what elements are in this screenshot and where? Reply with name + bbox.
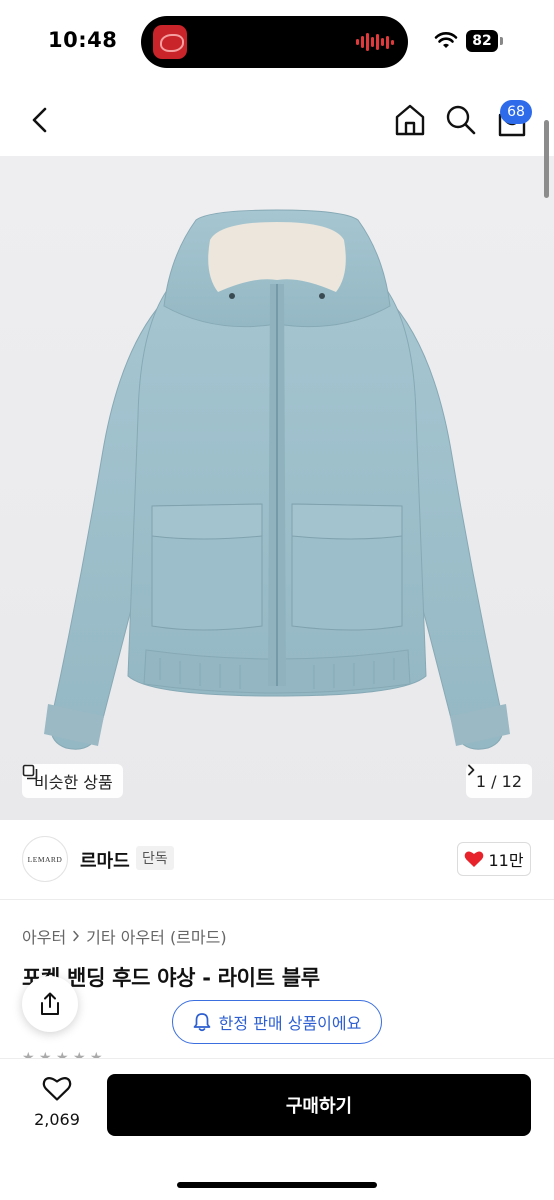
battery-cap — [500, 37, 503, 45]
battery-level: 82 — [472, 33, 492, 49]
shop-like-count: 11만 — [488, 851, 524, 870]
buy-button[interactable]: 구매하기 — [107, 1074, 531, 1136]
heart-filled-icon — [465, 851, 484, 867]
image-counter-label: 1 / 12 — [475, 771, 522, 791]
audio-wave-icon — [356, 32, 394, 52]
category-breadcrumb: 아우터 기타 아우터 (르마드) — [22, 924, 227, 948]
status-time: 10:48 — [48, 28, 118, 52]
heart-outline-icon — [42, 1077, 72, 1101]
product-image — [44, 209, 510, 750]
breadcrumb-item[interactable]: 아우터 — [22, 924, 66, 948]
top-nav: 68 — [0, 84, 554, 156]
status-bar: 10:48 82 — [0, 0, 554, 84]
shop-name[interactable]: 르마드 — [80, 847, 130, 873]
bottom-action-bar: 2,069 구매하기 — [0, 1058, 554, 1200]
share-button[interactable] — [22, 976, 78, 1032]
shop-row: LEMARD 르마드 단독 11만 — [0, 820, 554, 900]
copy-icon — [22, 764, 38, 780]
home-icon[interactable] — [392, 102, 428, 138]
exclusive-badge: 단독 — [136, 846, 174, 870]
now-playing-app-icon — [153, 25, 187, 59]
battery-indicator: 82 — [466, 30, 498, 52]
home-indicator — [177, 1182, 377, 1188]
shop-like-button[interactable]: 11만 — [457, 842, 531, 876]
image-counter[interactable]: 1 / 12 — [465, 764, 532, 798]
breadcrumb-item[interactable]: 기타 아우터 (르마드) — [86, 924, 226, 948]
product-image-gallery[interactable]: 비슷한 상품 1 / 12 — [0, 156, 554, 820]
back-chevron-icon[interactable] — [26, 104, 54, 136]
wifi-icon — [434, 32, 458, 48]
shop-logo[interactable]: LEMARD — [22, 836, 68, 882]
chevron-right-icon — [73, 930, 79, 942]
bell-icon — [193, 1013, 211, 1032]
wishlist-count: 2,069 — [34, 1110, 80, 1129]
dynamic-island — [141, 16, 408, 68]
chevron-right-icon — [467, 764, 475, 776]
wishlist-button[interactable]: 2,069 — [28, 1075, 86, 1129]
cart-count-badge: 68 — [500, 100, 532, 124]
similar-products-label: 비슷한 상품 — [34, 773, 113, 792]
scrollbar-thumb[interactable] — [544, 120, 549, 198]
limited-sale-notice[interactable]: 한정 판매 상품이에요 — [172, 1000, 382, 1044]
limited-sale-label: 한정 판매 상품이에요 — [218, 1014, 362, 1033]
share-icon — [41, 992, 59, 1015]
search-icon[interactable] — [444, 103, 478, 137]
similar-products-button[interactable]: 비슷한 상품 — [22, 764, 123, 798]
